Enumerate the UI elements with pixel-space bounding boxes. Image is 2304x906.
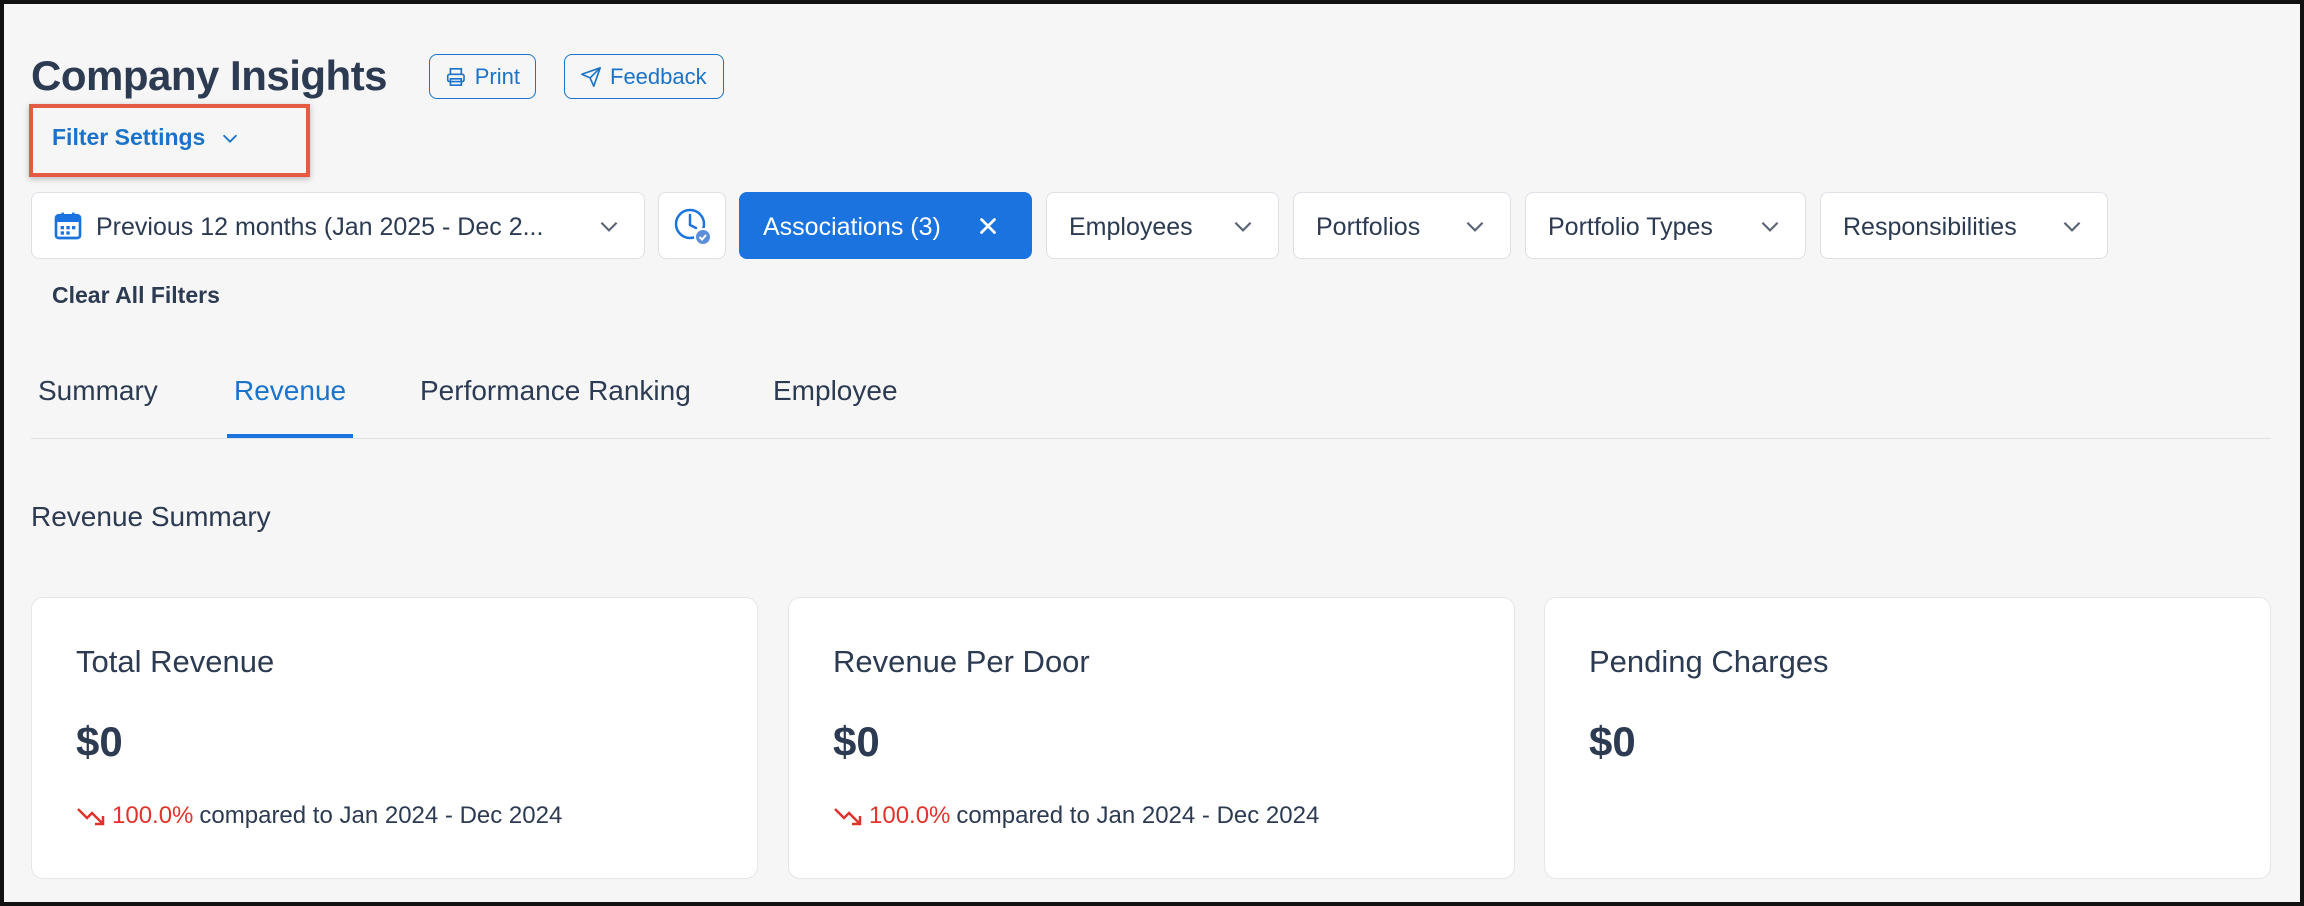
- chevron-down-icon: [1761, 221, 1779, 232]
- chevron-down-icon: [1466, 221, 1484, 232]
- tab-employee[interactable]: Employee: [773, 375, 898, 407]
- close-icon[interactable]: [975, 213, 1001, 239]
- responsibilities-select[interactable]: Responsibilities: [1820, 192, 2108, 259]
- responsibilities-label: Responsibilities: [1843, 213, 2017, 241]
- card-value: $0: [76, 718, 123, 765]
- associations-label: Associations (3): [763, 213, 941, 241]
- date-range-select[interactable]: Previous 12 months (Jan 2025 - Dec 2...: [31, 192, 645, 259]
- feedback-label: Feedback: [610, 63, 707, 89]
- portfolio-types-label: Portfolio Types: [1548, 213, 1713, 241]
- tab-bar: Summary Revenue Performance Ranking Empl…: [31, 369, 2271, 439]
- employees-label: Employees: [1069, 213, 1193, 241]
- pending-charges-card: Pending Charges $0: [1544, 597, 2271, 879]
- print-label: Print: [474, 63, 520, 89]
- printer-icon: [446, 67, 465, 86]
- change-percent: 100.0%: [869, 802, 951, 829]
- change-percent: 100.0%: [112, 802, 194, 829]
- chevron-down-icon: [2063, 221, 2081, 232]
- card-title: Pending Charges: [1589, 644, 1829, 679]
- section-title: Revenue Summary: [31, 501, 271, 532]
- page-title: Company Insights: [31, 52, 388, 99]
- card-comparison: 100.0% compared to Jan 2024 - Dec 2024: [76, 802, 562, 830]
- clear-all-filters-button[interactable]: Clear All Filters: [52, 282, 220, 309]
- associations-filter-chip[interactable]: Associations (3): [739, 192, 1032, 259]
- revenue-per-door-card: Revenue Per Door $0 100.0% compared to J…: [788, 597, 1515, 879]
- trend-down-icon: [834, 808, 862, 826]
- compare-text: compared to Jan 2024 - Dec 2024: [956, 802, 1320, 829]
- send-icon: [581, 66, 601, 87]
- calendar-icon: [54, 212, 82, 240]
- date-range-value: Previous 12 months (Jan 2025 - Dec 2...: [96, 213, 544, 241]
- filter-settings-label: Filter Settings: [52, 124, 206, 150]
- portfolios-label: Portfolios: [1316, 213, 1421, 241]
- compare-period-button[interactable]: [658, 192, 726, 259]
- employees-select[interactable]: Employees: [1046, 192, 1279, 259]
- chevron-down-icon: [1234, 221, 1252, 232]
- active-tab-indicator: [227, 434, 353, 438]
- page-frame: Company Insights Print Feedback Filter S…: [0, 0, 2304, 906]
- portfolios-select[interactable]: Portfolios: [1293, 192, 1511, 259]
- tab-revenue[interactable]: Revenue: [234, 375, 346, 407]
- total-revenue-card: Total Revenue $0 100.0% compared to Jan …: [31, 597, 758, 879]
- card-title: Total Revenue: [76, 644, 275, 679]
- tab-summary[interactable]: Summary: [38, 375, 158, 407]
- chevron-down-icon: [600, 221, 618, 232]
- feedback-button[interactable]: Feedback: [564, 54, 724, 99]
- clock-check-icon: [674, 208, 712, 246]
- print-button[interactable]: Print: [429, 54, 536, 99]
- filter-settings-toggle[interactable]: Filter Settings: [52, 124, 241, 151]
- trend-down-icon: [77, 808, 105, 826]
- card-value: $0: [1589, 718, 1636, 765]
- card-comparison: 100.0% compared to Jan 2024 - Dec 2024: [833, 802, 1319, 830]
- card-title: Revenue Per Door: [833, 644, 1090, 679]
- tab-performance-ranking[interactable]: Performance Ranking: [420, 375, 691, 407]
- card-value: $0: [833, 718, 880, 765]
- portfolio-types-select[interactable]: Portfolio Types: [1525, 192, 1806, 259]
- compare-text: compared to Jan 2024 - Dec 2024: [199, 802, 563, 829]
- chevron-down-icon: [223, 134, 238, 143]
